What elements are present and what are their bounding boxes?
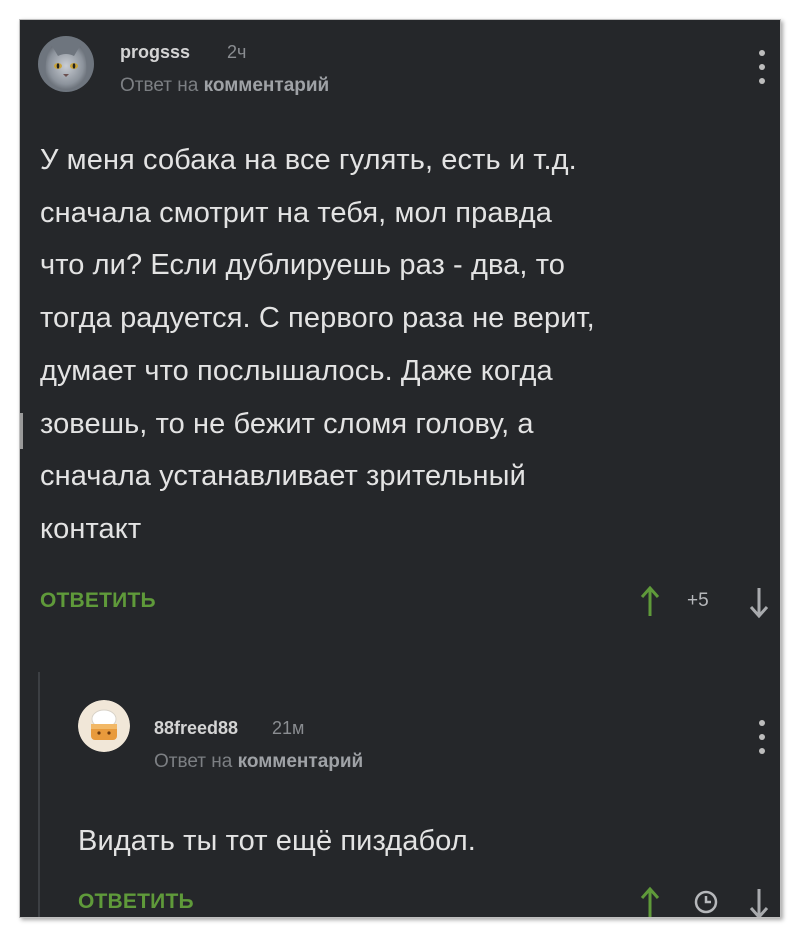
timestamp: 21м xyxy=(272,718,305,738)
reply-button[interactable]: ОТВЕТИТЬ xyxy=(78,890,194,914)
comment-line: думает что послышалось. Даже когда xyxy=(40,354,553,387)
bun-avatar-icon[interactable] xyxy=(78,700,130,752)
username[interactable]: 88freed88 xyxy=(154,718,238,739)
comment-1: progsss 2ч Ответ на комментарий У меня с… xyxy=(20,20,780,660)
score: +5 xyxy=(687,590,709,611)
reply-target-link[interactable]: комментарий xyxy=(238,751,364,772)
comment-line: У меня собака на все гулять, есть и т.д. xyxy=(40,144,577,176)
comment-line: сначала смотрит на тебя, мол правда xyxy=(40,196,552,229)
reply-prefix: Ответ на xyxy=(154,751,233,772)
reply-button[interactable]: ОТВЕТИТЬ xyxy=(40,589,156,613)
timestamp: 2ч xyxy=(227,42,247,62)
comment-text: У меня собака на все гулять, есть и т.д.… xyxy=(40,134,770,556)
reply-to-line: Ответ на комментарий xyxy=(154,751,363,773)
comment-line: контакт xyxy=(40,512,142,545)
comment-line: что ли? Если дублируешь раз - два, то xyxy=(40,249,565,282)
comment-2: 88freed88 21м Ответ на комментарий Видат… xyxy=(20,660,780,917)
reply-target-link[interactable]: комментарий xyxy=(204,75,330,96)
comment-line: зовешь, то не бежит сломя голову, а xyxy=(40,407,534,440)
upvote-arrow-icon[interactable] xyxy=(639,886,661,918)
downvote-arrow-icon[interactable] xyxy=(748,886,770,918)
more-options-icon[interactable] xyxy=(758,50,766,84)
reply-to-line: Ответ на комментарий xyxy=(120,75,329,97)
comment-thread: progsss 2ч Ответ на комментарий У меня с… xyxy=(19,19,781,918)
comment-line: сначала устанавливает зрительный xyxy=(40,460,526,493)
more-options-icon[interactable] xyxy=(758,720,766,754)
comment-line: тогда радуется. С первого раза не верит, xyxy=(40,302,595,335)
downvote-arrow-icon[interactable] xyxy=(748,585,770,619)
clock-icon xyxy=(694,890,718,914)
reply-prefix: Ответ на xyxy=(120,75,199,96)
username[interactable]: progsss xyxy=(120,42,190,63)
cat-avatar-icon[interactable] xyxy=(38,36,94,92)
upvote-arrow-icon[interactable] xyxy=(639,585,661,619)
comment-text: Видать ты тот ещё пиздабол. xyxy=(78,825,476,857)
